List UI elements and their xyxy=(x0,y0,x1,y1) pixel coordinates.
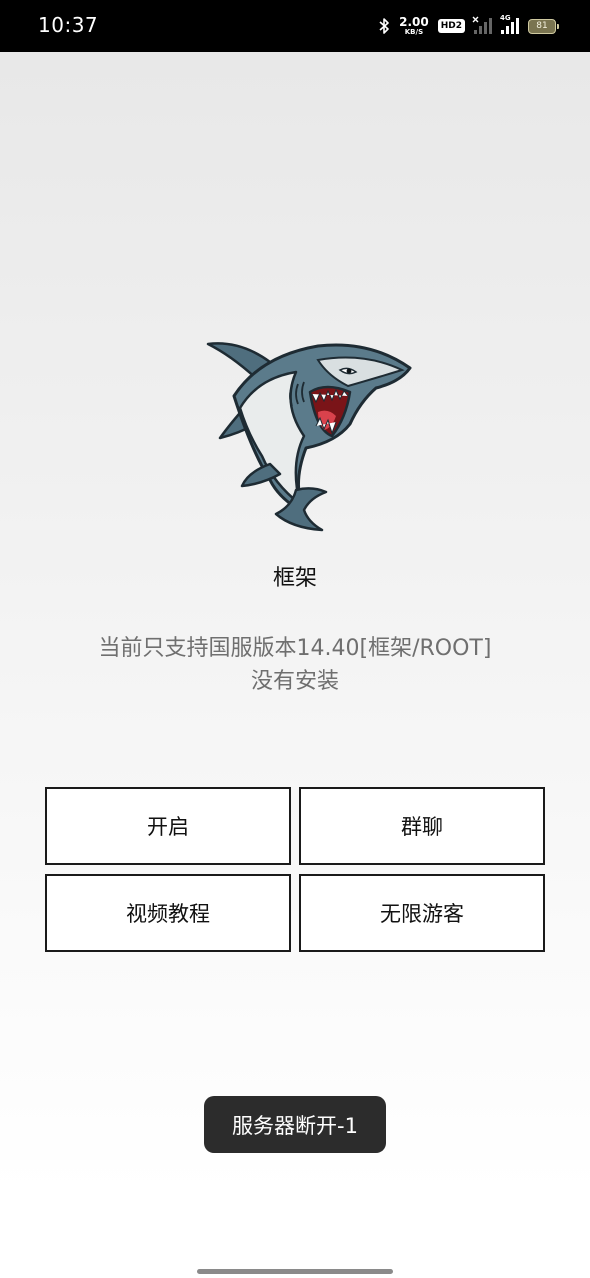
signal-sim2-icon: 4G xyxy=(500,14,519,34)
status-time: 10:37 xyxy=(38,13,99,37)
net-speed-value: 2.00 xyxy=(399,15,429,29)
battery-icon: 81 xyxy=(528,18,559,34)
hd-voice-badge: HD2 xyxy=(437,19,465,33)
status-icons: 2.00 KB/S HD2 4G 81 xyxy=(379,14,559,38)
battery-level: 81 xyxy=(536,21,548,31)
group-chat-button[interactable]: 群聊 xyxy=(299,787,545,865)
net-speed-unit: KB/S xyxy=(404,28,424,36)
main-screen xyxy=(0,52,590,1193)
app-title: 框架 xyxy=(272,566,317,591)
no-signal-x-icon xyxy=(472,16,479,23)
start-button[interactable]: 开启 xyxy=(45,787,291,865)
video-tutorial-button[interactable]: 视频教程 xyxy=(45,874,291,952)
install-status-text: 没有安装 xyxy=(250,669,339,694)
status-bar: 10:37 2.00 KB/S HD2 4G 81 xyxy=(0,0,590,52)
signal-sim1-icon xyxy=(472,16,492,34)
support-version-text: 当前只支持国服版本14.40[框架/ROOT] xyxy=(98,636,492,661)
unlimited-guest-button[interactable]: 无限游客 xyxy=(299,874,545,952)
network-type-label: 4G xyxy=(500,14,511,22)
home-indicator[interactable] xyxy=(197,1269,393,1274)
net-speed-indicator: 2.00 KB/S xyxy=(399,16,429,36)
shark-logo xyxy=(206,342,412,532)
toast-message: 服务器断开-1 xyxy=(204,1096,386,1153)
bluetooth-icon xyxy=(379,18,389,34)
